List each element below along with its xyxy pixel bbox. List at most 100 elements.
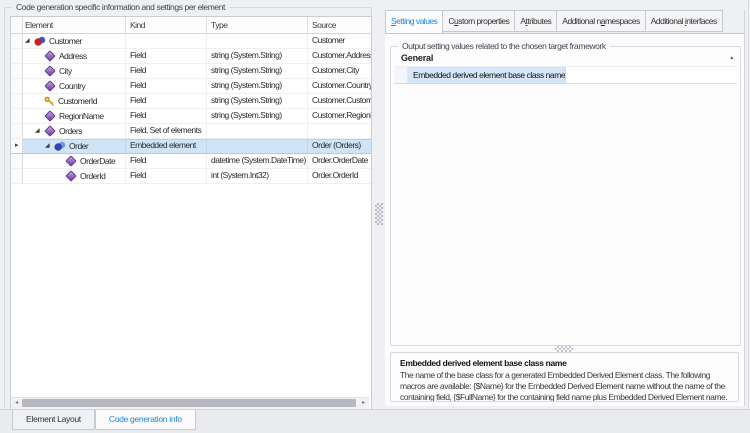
row-indicator-cell	[11, 49, 23, 63]
row-indicator-cell	[11, 34, 23, 48]
cell-source: Order.OrderDate	[308, 154, 371, 168]
column-header-kind[interactable]: Kind	[126, 17, 207, 33]
column-header-type[interactable]: Type	[207, 17, 308, 33]
cell-kind: Field	[126, 154, 207, 168]
scrollbar-thumb[interactable]	[22, 399, 356, 407]
vertical-splitter-grip[interactable]	[375, 203, 383, 225]
cell-type	[207, 139, 308, 153]
property-value-field[interactable]	[566, 67, 737, 83]
expander-icon[interactable]	[45, 140, 54, 153]
cell-source: Order (Orders)	[308, 139, 371, 153]
tab-custom-properties[interactable]: Custom properties	[443, 10, 516, 32]
cell-type: string (System.String)	[207, 64, 308, 78]
tab-element-layout[interactable]: Element Layout	[12, 410, 95, 430]
field-icon	[44, 50, 56, 62]
bottom-tabstrip: Element Layout Code generation info	[0, 409, 750, 433]
property-row[interactable]: Embedded derived element base class name	[394, 67, 737, 84]
category-row-general[interactable]: General	[394, 51, 737, 67]
row-indicator-cell	[11, 94, 23, 108]
field-icon	[44, 65, 56, 77]
tree-row-regionname[interactable]: RegionName Field string (System.String) …	[11, 109, 371, 124]
element-tree-grid: Element Kind Type Source Customer Custom…	[10, 16, 372, 410]
cell-kind: Embedded element	[126, 139, 207, 153]
tree-node-label: OrderId	[80, 170, 106, 181]
tab-code-generation-info[interactable]: Code generation info	[94, 410, 196, 430]
expander-icon[interactable]	[25, 35, 34, 48]
cell-type: string (System.String)	[207, 94, 308, 108]
description-body: The name of the base class for a generat…	[400, 370, 728, 402]
code-gen-groupbox: Code generation specific information and…	[4, 2, 372, 411]
embedded-element-icon	[54, 141, 66, 152]
groupbox-title: Code generation specific information and…	[12, 2, 230, 12]
horizontal-scrollbar[interactable]	[11, 397, 369, 409]
tree-row-country[interactable]: Country Field string (System.String) Cus…	[11, 79, 371, 94]
field-icon	[65, 170, 77, 182]
current-row-marker-icon	[11, 139, 23, 153]
field-icon	[44, 80, 56, 92]
primary-key-icon	[44, 96, 55, 107]
tree-row-orderdate[interactable]: OrderDate Field datetime (System.DateTim…	[11, 154, 371, 169]
tree-row-customerid[interactable]: CustomerId Field string (System.String) …	[11, 94, 371, 109]
scroll-left-icon[interactable]	[11, 398, 22, 408]
column-header-element[interactable]: Element	[23, 17, 126, 33]
scroll-right-icon[interactable]	[358, 398, 369, 408]
tree-row-customer[interactable]: Customer Customer	[11, 34, 371, 49]
tab-additional-namespaces[interactable]: Additional namespaces	[557, 10, 646, 32]
tab-setting-values[interactable]: Setting values	[385, 10, 444, 33]
cell-type	[207, 34, 308, 48]
row-indicator-cell	[11, 124, 23, 138]
cell-source: Order.OrderId	[308, 169, 371, 183]
column-header-source[interactable]: Source	[308, 17, 371, 33]
row-indicator-cell	[11, 64, 23, 78]
tab-additional-interfaces[interactable]: Additional interfaces	[645, 10, 723, 32]
code-gen-info-page: Setting values Custom properties Attribu…	[385, 10, 745, 406]
tree-node-label: Customer	[49, 35, 82, 46]
header-indicator-cell	[11, 17, 23, 33]
row-indicator-cell	[11, 109, 23, 123]
cell-kind: Field	[126, 94, 207, 108]
cell-kind	[126, 34, 207, 48]
cell-kind: Field	[126, 64, 207, 78]
tab-attributes[interactable]: Attributes	[515, 10, 558, 32]
cell-kind: Field	[126, 79, 207, 93]
cell-type: datetime (System.DateTime)	[207, 154, 308, 168]
description-title: Embedded derived element base class name	[400, 358, 567, 368]
window-right-edge	[748, 0, 749, 409]
settings-tabstrip: Setting values Custom properties Attribu…	[385, 10, 744, 34]
cell-type: int (System.Int32)	[207, 169, 308, 183]
cell-source: Customer.Country	[308, 79, 371, 93]
cell-source: Customer.CustomerId	[308, 94, 371, 108]
entity-icon	[34, 36, 46, 47]
cell-source: Customer.RegionName	[308, 109, 371, 123]
tree-node-label: Country	[59, 80, 86, 91]
field-icon	[65, 155, 77, 167]
output-settings-groupbox: Output setting values related to the cho…	[390, 41, 741, 346]
tree-node-label: Order	[69, 140, 89, 151]
tree-node-label: City	[59, 65, 72, 76]
tree-node-label: Address	[59, 50, 87, 61]
tree-node-label: RegionName	[59, 110, 104, 121]
grid-header-row: Element Kind Type Source	[11, 17, 371, 34]
cell-kind: Field	[126, 109, 207, 123]
cell-kind: Field	[126, 169, 207, 183]
tree-row-order-selected[interactable]: Order Embedded element Order (Orders)	[11, 139, 371, 154]
cell-source: Customer.City	[308, 64, 371, 78]
expander-icon[interactable]	[35, 125, 44, 138]
cell-source: Customer.Address	[308, 49, 371, 63]
collapse-icon[interactable]	[730, 51, 733, 66]
row-indicator-cell	[11, 79, 23, 93]
tree-node-label: Orders	[59, 125, 82, 136]
cell-kind: Field	[126, 49, 207, 63]
tree-row-address[interactable]: Address Field string (System.String) Cus…	[11, 49, 371, 64]
tree-node-label: CustomerId	[58, 95, 97, 106]
tree-row-orderid[interactable]: OrderId Field int (System.Int32) Order.O…	[11, 169, 371, 184]
property-gutter	[394, 67, 408, 83]
tree-node-label: OrderDate	[80, 155, 116, 166]
setting-description-panel: Embedded derived element base class name…	[390, 352, 739, 402]
row-indicator-cell	[11, 154, 23, 168]
cell-kind: Field, Set of elements	[126, 124, 207, 138]
row-indicator-cell	[11, 169, 23, 183]
cell-type: string (System.String)	[207, 49, 308, 63]
tree-row-city[interactable]: City Field string (System.String) Custom…	[11, 64, 371, 79]
tree-row-orders[interactable]: Orders Field, Set of elements	[11, 124, 371, 139]
